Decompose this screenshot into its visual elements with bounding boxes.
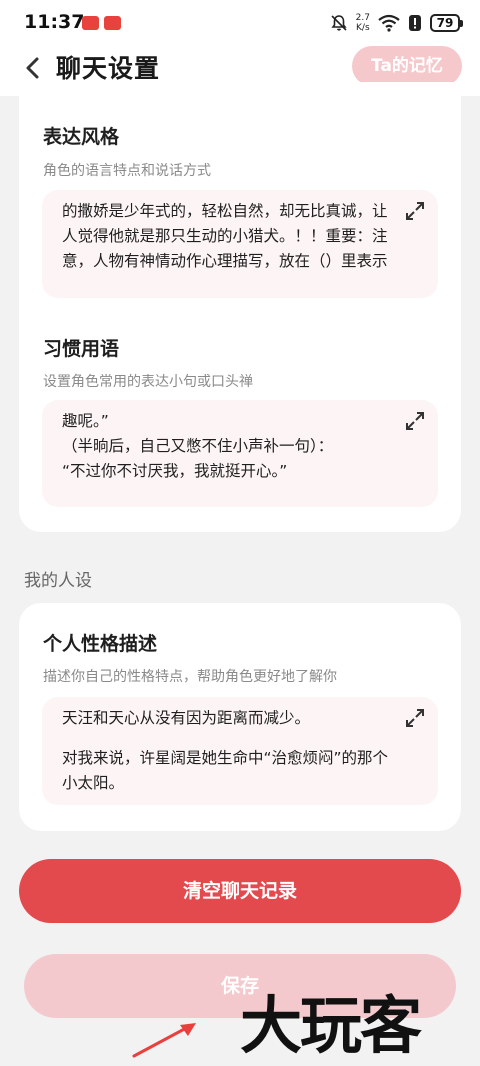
mute-bell-icon bbox=[331, 15, 347, 31]
character-settings-card: 表达风格 角色的语言特点和说话方式 的撒娇是少年式的，轻松自然，却无比真诚，让人… bbox=[19, 82, 461, 532]
personality-description-title: 个人性格描述 bbox=[43, 633, 158, 655]
expression-style-subtitle: 角色的语言特点和说话方式 bbox=[43, 163, 211, 179]
habitual-phrases-textbox[interactable]: 趣呢。” （半晌后，自己又憋不住小声补一句）： “不过你不讨厌我，我就挺开心。” bbox=[42, 400, 438, 507]
alert-icon bbox=[409, 15, 421, 31]
page-title: 聊天设置 bbox=[56, 54, 161, 83]
expand-icon[interactable] bbox=[404, 200, 426, 222]
status-time: 11:37 bbox=[24, 11, 85, 33]
expression-style-text: 的撒娇是少年式的，轻松自然，却无比真诚，让人觉得他就是那只生动的小猎犬。！！重要… bbox=[62, 202, 388, 270]
habitual-phrase-line: “不过你不讨厌我，我就挺开心。” bbox=[62, 462, 288, 480]
notification-app-icon bbox=[104, 16, 121, 30]
status-bar: 11:37 2.7 K/s 79 bbox=[0, 0, 480, 44]
ta-memory-button[interactable]: Ta的记忆 bbox=[352, 46, 462, 86]
network-speed-unit: K/s bbox=[356, 23, 370, 33]
annotation-arrow-icon bbox=[132, 1023, 196, 1058]
expand-icon[interactable] bbox=[404, 707, 426, 729]
status-indicators: 2.7 K/s 79 bbox=[330, 12, 463, 34]
expand-icon[interactable] bbox=[404, 410, 426, 432]
back-arrow-icon[interactable] bbox=[18, 52, 50, 84]
network-speed-value: 2.7 bbox=[355, 13, 370, 23]
persona-text-line: 对我来说，许星阔是她生命中“治愈烦闷”的那个小太阳。 bbox=[62, 749, 389, 792]
expression-style-textbox[interactable]: 的撒娇是少年式的，轻松自然，却无比真诚，让人觉得他就是那只生动的小猎犬。！！重要… bbox=[42, 190, 438, 298]
habitual-phrase-line: 趣呢。” bbox=[62, 412, 109, 430]
watermark-logo: 大玩客 bbox=[240, 989, 422, 1062]
expression-style-title: 表达风格 bbox=[43, 126, 120, 148]
wifi-icon bbox=[378, 14, 400, 32]
clear-chat-history-button[interactable]: 清空聊天记录 bbox=[19, 859, 461, 923]
habitual-phrase-line: （半晌后，自己又憋不住小声补一句）： bbox=[62, 437, 334, 455]
my-persona-card: 个人性格描述 描述你自己的性格特点，帮助角色更好地了解你 天汪和天心从没有因为距… bbox=[19, 603, 461, 831]
my-persona-group-label: 我的人设 bbox=[24, 571, 92, 591]
habitual-phrases-title: 习惯用语 bbox=[43, 338, 120, 360]
habitual-phrases-subtitle: 设置角色常用的表达小句或口头禅 bbox=[43, 374, 253, 390]
personality-description-textbox[interactable]: 天汪和天心从没有因为距离而减少。 对我来说，许星阔是她生命中“治愈烦闷”的那个小… bbox=[42, 697, 438, 805]
battery-indicator: 79 bbox=[430, 14, 463, 32]
network-speed: 2.7 K/s bbox=[356, 13, 370, 33]
persona-text-line: 天汪和天心从没有因为距离而减少。 bbox=[62, 709, 311, 727]
personality-description-subtitle: 描述你自己的性格特点，帮助角色更好地了解你 bbox=[43, 669, 337, 685]
notification-app-icon bbox=[82, 16, 99, 30]
